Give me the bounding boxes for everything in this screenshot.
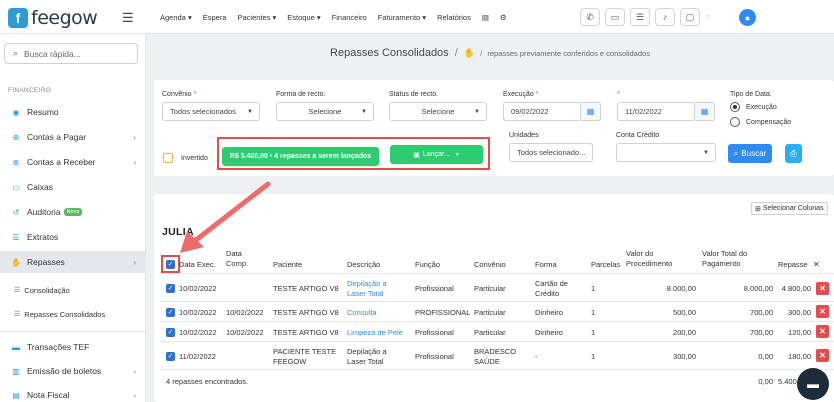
chat-bubble-icon[interactable]: ▬: [797, 368, 829, 400]
annotation-arrow: [180, 181, 271, 253]
